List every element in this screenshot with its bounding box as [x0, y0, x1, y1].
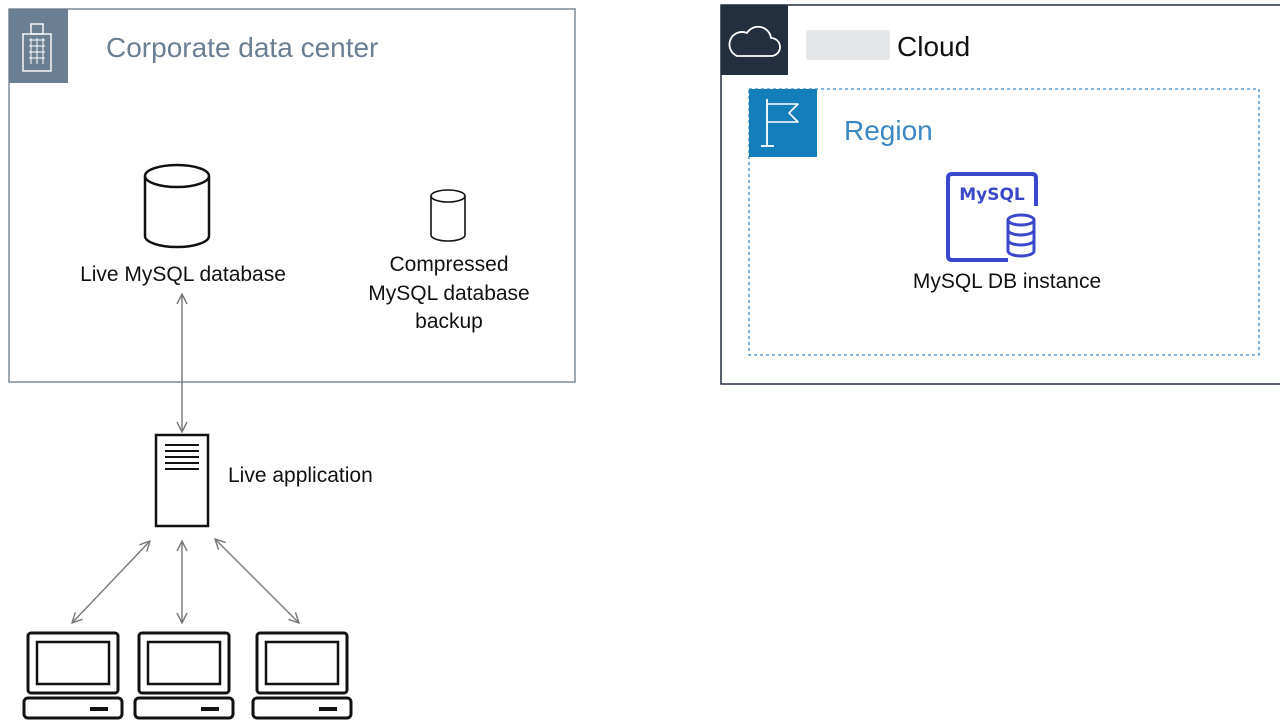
blurred-brand	[806, 30, 890, 60]
app-client-left-arrow	[72, 541, 150, 623]
flag-icon	[749, 89, 817, 157]
mysql-badge-text: MySQL	[959, 185, 1025, 205]
cloud-icon	[721, 5, 788, 75]
app-client-right-arrow	[215, 539, 299, 623]
building-icon	[9, 9, 68, 83]
cloud-title: Cloud	[897, 31, 970, 62]
laptop-icon	[251, 631, 353, 720]
region-title: Region	[844, 115, 933, 146]
corporate-data-center-title: Corporate data center	[106, 32, 378, 63]
laptop-icon	[133, 631, 235, 720]
corporate-data-center-box	[8, 8, 576, 383]
backup-label-line-1: Compressed	[389, 253, 508, 276]
cloud-group: Cloud Region MySQL MySQL DB instance	[720, 4, 1280, 385]
backup-label-line-2: MySQL database	[368, 282, 529, 305]
live-application-label: Live application	[228, 464, 373, 487]
architecture-diagram: Corporate data center Live MySQL databas…	[8, 4, 1280, 720]
live-database-label: Live MySQL database	[80, 263, 286, 286]
corporate-data-center-group: Corporate data center Live MySQL databas…	[8, 8, 576, 383]
laptop-icon	[22, 631, 124, 720]
mysql-db-instance-label: MySQL DB instance	[913, 270, 1101, 293]
server-icon	[154, 433, 210, 528]
backup-label-line-3: backup	[415, 310, 483, 333]
